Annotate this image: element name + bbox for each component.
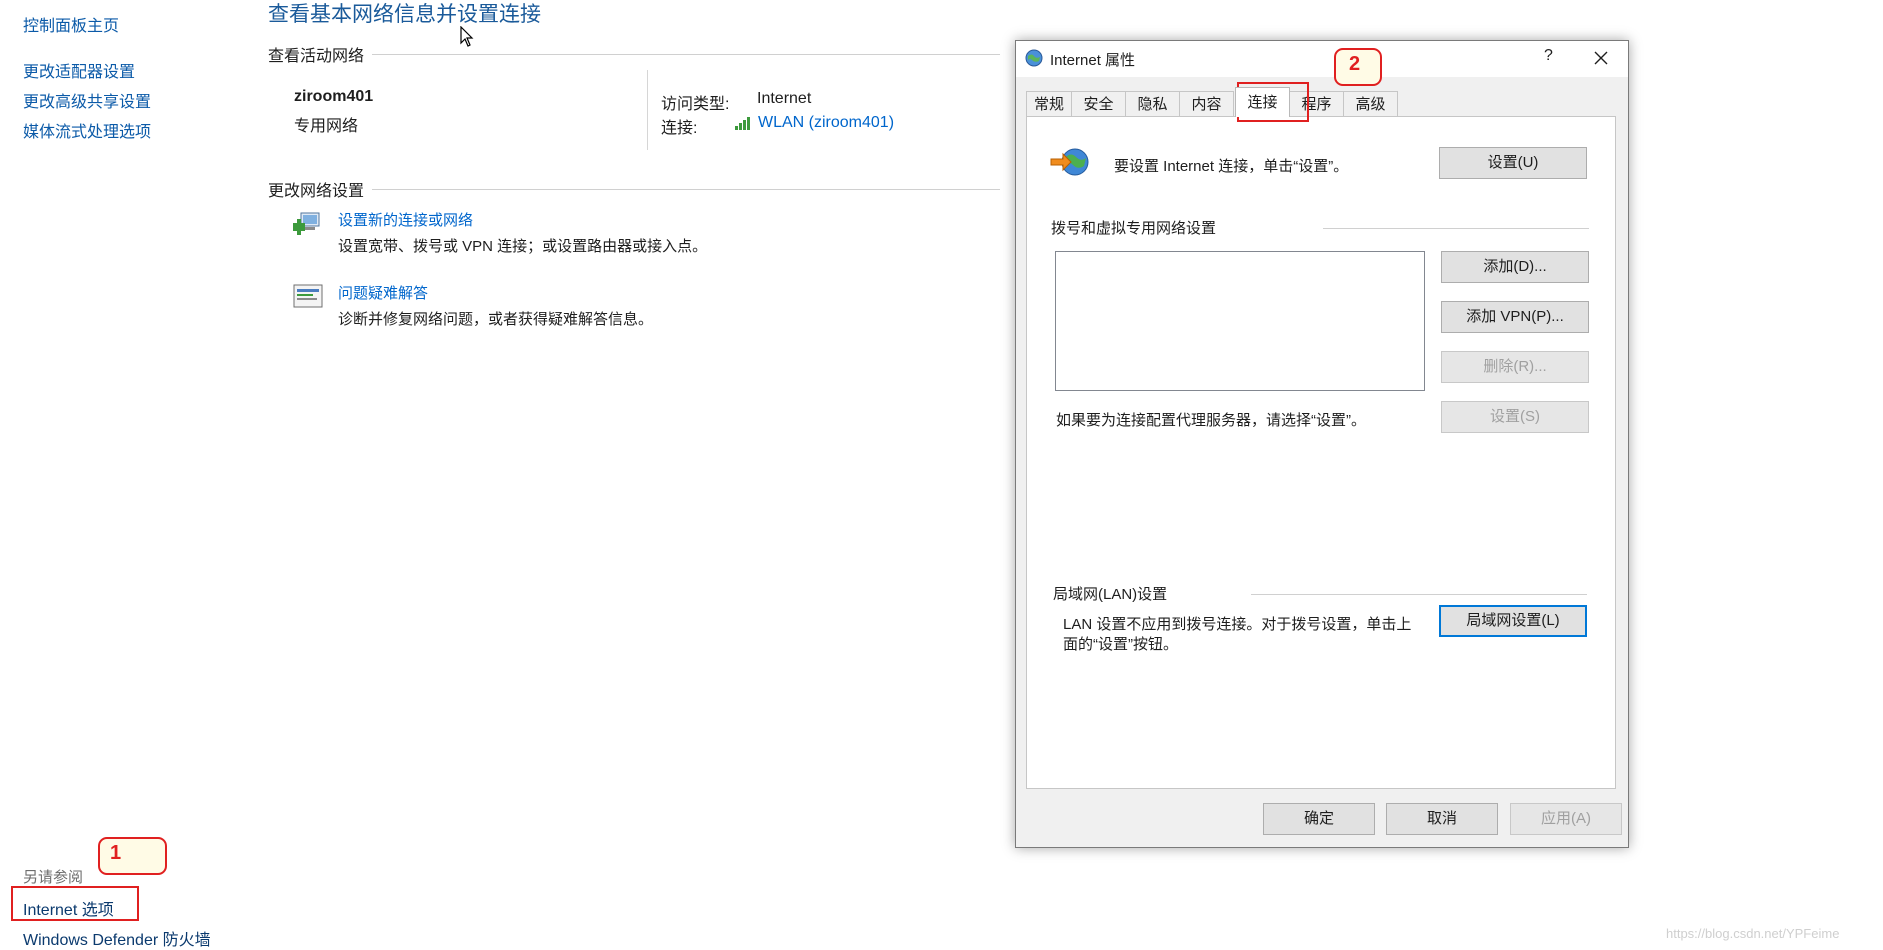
tab-advanced[interactable]: 高级	[1343, 91, 1398, 116]
setup-text: 要设置 Internet 连接，单击“设置”。	[1114, 158, 1349, 175]
task-new-connection-link[interactable]: 设置新的连接或网络	[338, 209, 473, 230]
task-new-connection-desc: 设置宽带、拨号或 VPN 连接；或设置路由器或接入点。	[338, 238, 708, 255]
see-also-label: 另请参阅	[23, 869, 84, 886]
access-type-label: 访问类型:	[661, 96, 730, 113]
lan-settings-header: 局域网(LAN)设置	[1053, 586, 1168, 603]
cancel-button[interactable]: 取消	[1386, 803, 1498, 835]
connections-tab-panel: 要设置 Internet 连接，单击“设置”。 设置(U) 拨号和虚拟专用网络设…	[1026, 116, 1616, 789]
tab-security[interactable]: 安全	[1071, 91, 1126, 116]
tab-content[interactable]: 内容	[1179, 91, 1234, 116]
internet-properties-dialog: Internet 属性 ? 常规 安全 隐私 内容 连接 程序 高级 要设置 I…	[1015, 40, 1629, 848]
tab-general[interactable]: 常规	[1026, 91, 1072, 116]
change-settings-divider	[372, 189, 1000, 190]
proxy-settings-button[interactable]: 设置(S)	[1441, 401, 1589, 433]
wlan-connection-link[interactable]: WLAN (ziroom401)	[758, 114, 894, 132]
watermark-text: https://blog.csdn.net/YPFeime	[1666, 926, 1840, 941]
sidebar-home-link[interactable]: 控制面板主页	[23, 12, 119, 36]
sidebar-item-media-streaming[interactable]: 媒体流式处理选项	[23, 118, 151, 142]
annotation-callout-2-label: 2	[1349, 53, 1361, 75]
dialup-vpn-divider	[1323, 228, 1589, 229]
defender-firewall-link[interactable]: Windows Defender 防火墙	[23, 926, 211, 950]
remove-button[interactable]: 删除(R)...	[1441, 351, 1589, 383]
mouse-cursor-icon	[460, 26, 474, 47]
active-networks-header: 查看活动网络	[268, 48, 365, 65]
connections-listbox[interactable]	[1055, 251, 1425, 391]
proxy-text: 如果要为连接配置代理服务器，请选择“设置”。	[1056, 412, 1366, 429]
add-vpn-button[interactable]: 添加 VPN(P)...	[1441, 301, 1589, 333]
sidebar-item-adapter-settings[interactable]: 更改适配器设置	[23, 58, 135, 82]
setup-connection-icon	[1050, 148, 1089, 176]
sidebar-item-advanced-sharing[interactable]: 更改高级共享设置	[23, 88, 151, 112]
page-title: 查看基本网络信息并设置连接	[268, 3, 541, 26]
lan-text-line2: 面的“设置”按钮。	[1063, 636, 1178, 653]
dialog-titlebar: Internet 属性 ?	[1016, 41, 1628, 77]
annotation-callout-1-label: 1	[110, 842, 122, 864]
wifi-signal-icon	[735, 117, 750, 130]
connection-label: 连接:	[661, 120, 698, 137]
ok-button[interactable]: 确定	[1263, 803, 1375, 835]
change-settings-header: 更改网络设置	[268, 183, 365, 200]
help-button[interactable]: ?	[1544, 47, 1553, 65]
tab-privacy[interactable]: 隐私	[1125, 91, 1180, 116]
dialup-vpn-header: 拨号和虚拟专用网络设置	[1051, 220, 1217, 237]
apply-button[interactable]: 应用(A)	[1510, 803, 1622, 835]
internet-globe-icon	[1025, 49, 1043, 67]
troubleshoot-icon	[293, 284, 323, 308]
lan-settings-divider	[1251, 594, 1587, 595]
task-troubleshoot-desc: 诊断并修复网络问题，或者获得疑难解答信息。	[338, 311, 654, 328]
network-info-divider	[647, 70, 648, 150]
network-type: 专用网络	[294, 118, 359, 135]
annotation-callout-1: 1	[98, 837, 167, 875]
add-connection-button[interactable]: 添加(D)...	[1441, 251, 1589, 283]
annotation-highlight-internet-options	[11, 886, 139, 921]
task-troubleshoot-link[interactable]: 问题疑难解答	[338, 282, 428, 303]
active-networks-divider	[372, 54, 1000, 55]
network-name: ziroom401	[294, 88, 374, 105]
dialog-title: Internet 属性	[1050, 52, 1136, 69]
setup-button[interactable]: 设置(U)	[1439, 147, 1587, 179]
access-type-value: Internet	[757, 90, 812, 107]
lan-text-line1: LAN 设置不应用到拨号连接。对于拨号设置，单击上	[1063, 616, 1412, 633]
close-icon[interactable]	[1594, 51, 1608, 65]
lan-settings-button[interactable]: 局域网设置(L)	[1439, 605, 1587, 637]
tab-connections[interactable]: 连接	[1235, 87, 1290, 117]
new-connection-icon	[293, 212, 320, 235]
annotation-callout-2: 2	[1334, 48, 1382, 86]
